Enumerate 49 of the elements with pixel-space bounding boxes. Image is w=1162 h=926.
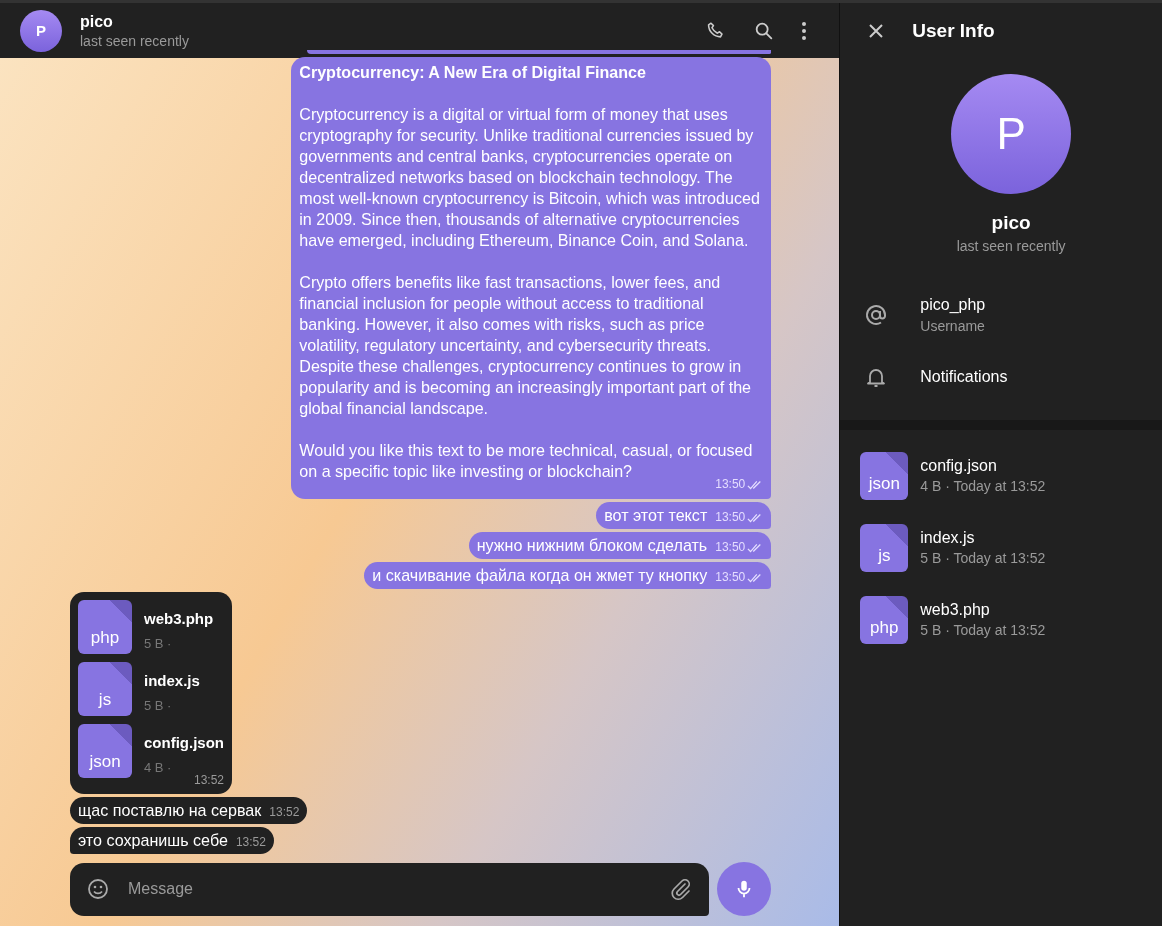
file-name: index.js xyxy=(920,529,976,547)
file-icon[interactable]: json xyxy=(78,724,132,778)
message-time: 13:50 xyxy=(715,539,746,556)
microphone-button[interactable] xyxy=(717,862,772,916)
file-icon[interactable]: php xyxy=(78,600,132,654)
file-name: config.json xyxy=(144,733,224,753)
chat-status: last seen recently xyxy=(80,32,190,49)
file-meta: 5 B · Today at 13:52 xyxy=(920,622,1046,638)
message-time: 13:50 xyxy=(715,569,746,586)
message-text: щас поставлю на сервак xyxy=(78,800,262,821)
message-text: вот этот текст xyxy=(604,505,708,526)
file-size: 5 B · xyxy=(144,697,173,715)
message-text: это сохранишь себе xyxy=(78,830,228,851)
file-size: 5 B · xyxy=(144,635,173,653)
file-name: web3.php xyxy=(920,601,991,619)
emoji-icon[interactable] xyxy=(86,877,110,901)
profile-name: pico xyxy=(991,212,1031,234)
file-icon[interactable]: php xyxy=(860,596,909,644)
file-icon[interactable]: json xyxy=(860,452,909,500)
username-label: Username xyxy=(920,318,986,334)
close-icon[interactable] xyxy=(868,22,885,39)
message-time: 13:52 xyxy=(192,772,224,789)
file-icon[interactable]: js xyxy=(78,662,132,716)
chat-name: pico xyxy=(80,12,114,31)
notifications-label[interactable]: Notifications xyxy=(920,368,1008,386)
message-time: 13:52 xyxy=(235,834,266,851)
file-name: index.js xyxy=(144,671,200,691)
file-meta: 4 B · Today at 13:52 xyxy=(920,478,1046,494)
avatar: P xyxy=(951,74,1072,194)
file-name: config.json xyxy=(920,457,998,475)
message-text: нужно нижним блоком сделать xyxy=(476,535,708,556)
message-time: 13:50 xyxy=(715,509,746,526)
profile-status: last seen recently xyxy=(956,238,1066,254)
more-icon[interactable] xyxy=(801,20,808,41)
avatar[interactable]: P xyxy=(20,9,62,52)
username: pico_php xyxy=(920,296,986,314)
at-sign-icon xyxy=(864,303,889,327)
panel-title: User Info xyxy=(912,19,995,42)
message-composer[interactable]: Message xyxy=(70,862,710,916)
message-text: Cryptocurrency is a digital or virtual form of money that uses cryptography for security. Unlike traditional currencies issued by governments and central banks, cryptocurrencies operate on decentralized networks based on blockchain technology. The most well-known cryptocurrency is Bitcoin, which was introduced in 2009. Since then, thousands of alternative cryptocurrencies have emerged, including Ethereum, Binance Coin, and Solana. xyxy=(299,104,761,251)
file-meta: 5 B · Today at 13:52 xyxy=(920,550,1046,566)
message-text: и скачивание файла когда он жмет ту кнопку xyxy=(372,565,708,586)
message-text: Crypto offers benefits like fast transactions, lower fees, and financial inclusion for people without access to traditional banking. However, it also comes with risks, such as price volatility, regulatory uncertainty, and cybersecurity threats. Despite these challenges, cryptocurrency continues to grow in popularity and is becoming an increasingly important part of the global financial landscape. xyxy=(299,272,753,419)
message-time: 13:52 xyxy=(269,804,300,821)
message-title: Cryptocurrency: A New Era of Digital Finance xyxy=(299,62,647,83)
message-field[interactable]: Message xyxy=(126,879,654,899)
file-name: web3.php xyxy=(144,609,214,629)
file-size: 4 B · xyxy=(144,759,173,777)
file-icon[interactable]: js xyxy=(860,524,909,572)
